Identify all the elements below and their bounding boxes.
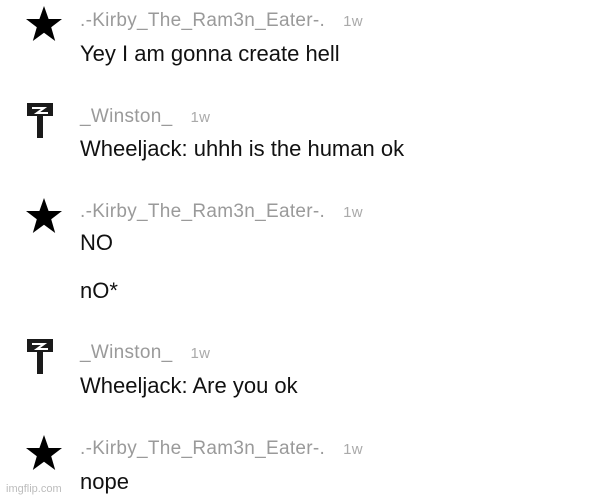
star-icon [26,435,62,470]
avatar[interactable] [24,336,64,376]
avatar[interactable] [24,4,64,44]
watermark: imgflip.com [6,483,62,495]
username[interactable]: .-Kirby_The_Ram3n_Eater-. 1w [80,201,363,223]
wrench-flag-icon [27,339,53,374]
timestamp: 1w [343,441,363,458]
timestamp: 1w [190,345,211,362]
username[interactable]: .-Kirby_The_Ram3n_Eater-. 1w [80,438,363,460]
avatar[interactable] [24,100,64,140]
username[interactable]: _Winston_ 1w [80,342,210,364]
timestamp: 1w [343,204,363,221]
message-text: nO* [80,278,118,303]
username[interactable]: .-Kirby_The_Ram3n_Eater-. 1w [80,10,363,32]
message-text: NO [80,230,113,255]
timestamp: 1w [190,109,211,126]
username[interactable]: _Winston_ 1w [80,106,210,128]
message-text: Wheeljack: uhhh is the human ok [80,136,405,161]
star-icon [26,6,62,41]
avatar[interactable] [24,196,64,236]
message-text: Yey I am gonna create hell [80,41,340,66]
message-text: nope [80,469,129,494]
wrench-flag-icon [27,103,53,138]
star-icon [26,198,62,233]
timestamp: 1w [343,13,363,30]
message-text: Wheeljack: Are you ok [80,373,298,398]
avatar[interactable] [24,433,64,473]
